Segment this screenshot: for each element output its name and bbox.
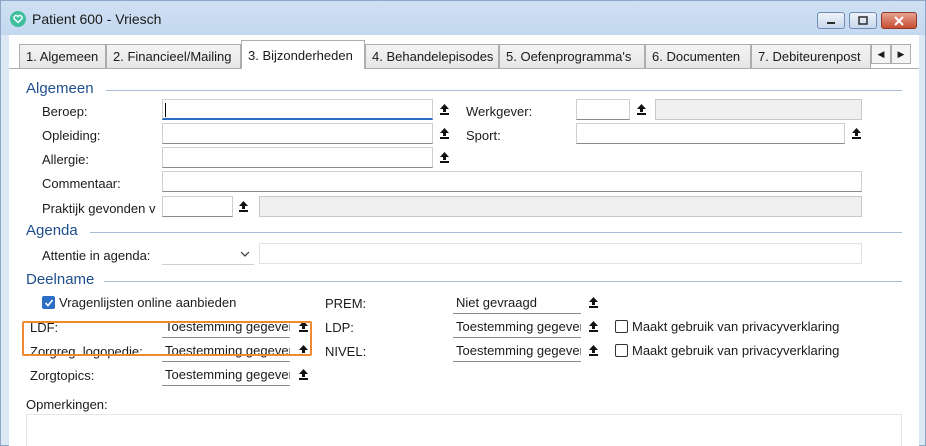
nivel-pick-button[interactable] [586, 342, 600, 359]
attentie-label: Attentie in agenda: [42, 248, 151, 263]
opleiding-field[interactable] [162, 123, 433, 144]
tab-bijzonderheden[interactable]: 3. Bijzonderheden [241, 40, 365, 69]
vragenlijsten-label: Vragenlijsten online aanbieden [59, 295, 237, 310]
praktijk-gevonden-pick-button[interactable] [236, 198, 250, 215]
section-divider [90, 232, 902, 233]
title-bar: Patient 600 - Vriesch [1, 1, 925, 35]
opmerkingen-field[interactable] [26, 414, 902, 446]
pick-list-icon [588, 345, 598, 356]
minimize-button[interactable] [817, 12, 845, 29]
sport-field[interactable] [576, 123, 845, 144]
privacy-ldp-checkbox[interactable] [615, 320, 628, 333]
tab-debiteurenpost[interactable]: 7. Debiteurenpost [751, 44, 871, 68]
section-title-deelname: Deelname [26, 271, 95, 288]
pick-list-icon [439, 128, 449, 139]
vragenlijsten-checkbox[interactable] [42, 296, 55, 309]
beroep-field[interactable] [162, 99, 433, 120]
beroep-pick-button[interactable] [437, 101, 451, 118]
zorgtopics-label: Zorgtopics: [30, 368, 95, 383]
werkgever-label: Werkgever: [466, 104, 533, 119]
werkgever-description [655, 99, 862, 120]
commentaar-field[interactable] [162, 171, 862, 192]
tab-oefenprogrammas[interactable]: 5. Oefenprogramma's [499, 44, 645, 68]
dialog-client-area: 1. Algemeen 2. Financieel/Mailing 3. Bij… [9, 35, 919, 446]
tab-strip: 1. Algemeen 2. Financieel/Mailing 3. Bij… [9, 39, 919, 69]
maximize-icon [858, 16, 868, 25]
tab-financieel-mailing[interactable]: 2. Financieel/Mailing [106, 44, 241, 68]
werkgever-field[interactable] [576, 99, 630, 120]
prem-select[interactable]: Niet gevraagd [453, 293, 581, 314]
window: Patient 600 - Vriesch 1. Algemeen 2. Fin… [0, 0, 926, 446]
nivel-label: NIVEL: [325, 344, 367, 359]
maximize-button[interactable] [849, 12, 877, 29]
pick-list-icon [298, 369, 308, 380]
sport-pick-button[interactable] [849, 125, 863, 142]
privacy-nivel-checkbox[interactable] [615, 344, 628, 357]
tab-algemeen[interactable]: 1. Algemeen [19, 44, 106, 68]
checkmark-icon [44, 299, 54, 307]
pick-list-icon [851, 128, 861, 139]
allergie-field[interactable] [162, 147, 433, 168]
pick-list-icon [439, 104, 449, 115]
allergie-pick-button[interactable] [437, 149, 451, 166]
beroep-label: Beroep: [42, 104, 88, 119]
pick-list-icon [439, 152, 449, 163]
attentie-text-field[interactable] [259, 243, 862, 264]
pick-list-icon [238, 201, 248, 212]
window-title: Patient 600 - Vriesch [32, 11, 162, 27]
ldp-label: LDP: [325, 320, 354, 335]
sport-label: Sport: [466, 128, 501, 143]
tab-divider [9, 68, 919, 69]
prem-pick-button[interactable] [586, 294, 600, 311]
zorgtopics-pick-button[interactable] [296, 366, 310, 383]
praktijk-gevonden-label: Praktijk gevonden v [42, 201, 156, 216]
section-title-algemeen: Algemeen [26, 80, 94, 97]
attentie-dropdown[interactable] [162, 244, 254, 265]
praktijk-gevonden-description [259, 196, 862, 217]
privacy-nivel-label: Maakt gebruik van privacyverklaring [632, 343, 840, 358]
zorgtopics-highlight [22, 321, 312, 356]
allergie-label: Allergie: [42, 152, 89, 167]
ldp-pick-button[interactable] [586, 318, 600, 335]
minimize-icon [827, 21, 835, 24]
tab-behandelepisodes[interactable]: 4. Behandelepisodes [365, 44, 499, 68]
opleiding-label: Opleiding: [42, 128, 101, 143]
commentaar-label: Commentaar: [42, 176, 121, 191]
ldp-select[interactable]: Toestemming gegeven [453, 317, 581, 338]
pick-list-icon [588, 321, 598, 332]
section-title-agenda: Agenda [26, 222, 78, 239]
werkgever-pick-button[interactable] [634, 101, 648, 118]
close-icon [894, 15, 904, 26]
tab-documenten[interactable]: 6. Documenten [645, 44, 751, 68]
section-divider [104, 281, 902, 282]
pick-list-icon [636, 104, 646, 115]
chevron-down-icon [240, 251, 250, 257]
nivel-select[interactable]: Toestemming gegeven [453, 341, 581, 362]
privacy-ldp-label: Maakt gebruik van privacyverklaring [632, 319, 840, 334]
section-divider [106, 90, 902, 91]
opmerkingen-label: Opmerkingen: [26, 397, 108, 412]
pick-list-icon [588, 297, 598, 308]
close-button[interactable] [881, 12, 917, 29]
opleiding-pick-button[interactable] [437, 125, 451, 142]
tab-scroll-right-button[interactable]: ▶ [891, 44, 911, 64]
prem-label: PREM: [325, 296, 367, 311]
zorgtopics-select[interactable]: Toestemming gegeven [162, 365, 290, 386]
tab-scroll-left-button[interactable]: ◀ [871, 44, 891, 64]
praktijk-gevonden-field[interactable] [162, 196, 233, 217]
app-heart-icon [10, 11, 26, 27]
